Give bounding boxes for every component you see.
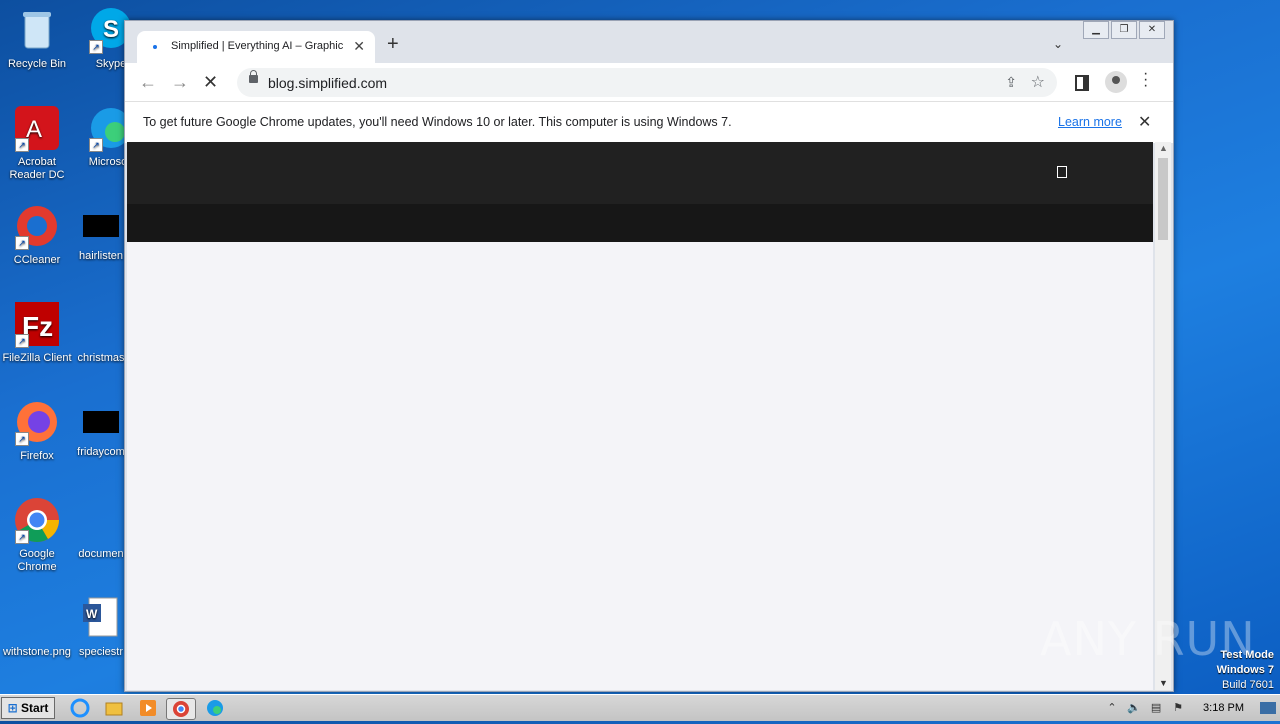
volume-icon[interactable]: 🔈 bbox=[1127, 701, 1141, 715]
chrome-menu-icon[interactable]: · · · bbox=[1143, 66, 1148, 94]
windows-version-line: Windows 7 bbox=[1216, 664, 1274, 676]
scroll-up-arrow-icon[interactable]: ▲ bbox=[1159, 143, 1168, 153]
svg-text:W: W bbox=[86, 607, 98, 621]
desktop-icon-recycle-bin[interactable]: Recycle Bin bbox=[0, 6, 74, 71]
update-infobar: To get future Google Chrome updates, you… bbox=[125, 101, 1173, 143]
media-player-icon[interactable] bbox=[138, 698, 158, 718]
acrobat-icon: A ↗ bbox=[13, 104, 61, 152]
desktop-icon-label: Google Chrome bbox=[17, 548, 57, 573]
test-mode-line: Test Mode bbox=[1220, 649, 1274, 661]
lock-icon[interactable] bbox=[249, 70, 258, 83]
desktop-icon-firefox[interactable]: ↗ Firefox bbox=[0, 398, 74, 463]
profile-avatar-icon[interactable] bbox=[1105, 71, 1127, 93]
address-bar[interactable]: blog.simplified.com ⇪ ☆ bbox=[237, 68, 1057, 97]
desktop-icon-label: fridaycom bbox=[77, 446, 125, 458]
network-icon[interactable]: ▤ bbox=[1149, 701, 1163, 715]
desktop-icon-label: CCleaner bbox=[13, 254, 61, 266]
ccleaner-icon: ↗ bbox=[13, 202, 61, 250]
clock[interactable]: 3:18 PM bbox=[1203, 702, 1244, 714]
tab-search-chevron-icon[interactable]: ⌄ bbox=[1053, 37, 1063, 51]
url-text: blog.simplified.com bbox=[268, 75, 388, 91]
show-hidden-icons-chevron-icon[interactable]: ⌃ bbox=[1105, 701, 1119, 715]
scroll-down-arrow-icon[interactable]: ▼ bbox=[1159, 678, 1168, 688]
browser-tab[interactable]: Simplified | Everything AI – Graphic D ✕ bbox=[137, 31, 375, 63]
firefox-icon: ↗ bbox=[13, 398, 61, 446]
desktop-icon-label: Acrobat Reader DC bbox=[9, 156, 65, 181]
action-center-flag-icon[interactable]: ⚑ bbox=[1171, 701, 1185, 715]
shortcut-arrow-icon: ↗ bbox=[15, 236, 29, 250]
desktop-icon-label: FileZilla Client bbox=[2, 352, 72, 364]
new-tab-button[interactable]: + bbox=[387, 33, 399, 56]
svg-text:S: S bbox=[103, 16, 119, 43]
shortcut-arrow-icon: ↗ bbox=[15, 334, 29, 348]
image-file-icon bbox=[13, 594, 61, 642]
loading-favicon-icon bbox=[153, 45, 157, 49]
filezilla-icon: Fz ↗ bbox=[13, 300, 61, 348]
learn-more-link[interactable]: Learn more bbox=[1058, 115, 1122, 129]
infobar-message: To get future Google Chrome updates, you… bbox=[143, 115, 732, 129]
infobar-close-icon[interactable]: ✕ bbox=[1138, 112, 1151, 132]
minimize-button[interactable]: ▁ bbox=[1083, 21, 1109, 39]
forward-button[interactable]: → bbox=[171, 72, 189, 93]
side-panel-icon[interactable] bbox=[1075, 75, 1089, 91]
word-document-icon: W bbox=[77, 594, 125, 642]
file-thumbnail bbox=[83, 411, 119, 433]
tab-title: Simplified | Everything AI – Graphic D bbox=[171, 40, 346, 52]
site-subheader bbox=[127, 204, 1153, 242]
internet-explorer-icon[interactable] bbox=[70, 698, 90, 718]
back-button[interactable]: ← bbox=[139, 72, 157, 93]
build-line: Build 7601 bbox=[1222, 679, 1274, 691]
desktop-icon-google-chrome[interactable]: ↗ Google Chrome bbox=[0, 496, 74, 574]
taskbar: ⊞ Start ⌃ 🔈 ▤ ⚑ 3:18 PM bbox=[0, 694, 1280, 721]
start-label: Start bbox=[21, 701, 49, 715]
start-button[interactable]: ⊞ Start bbox=[1, 697, 55, 719]
desktop-icon-label: Firefox bbox=[20, 450, 54, 462]
desktop-icon-ccleaner[interactable]: ↗ CCleaner bbox=[0, 202, 74, 267]
desktop-icon-label: Recycle Bin bbox=[7, 58, 67, 70]
desktop-icon-withstone[interactable]: withstone.png bbox=[0, 594, 74, 659]
desktop-icon-label: withstone.png bbox=[3, 646, 71, 658]
share-icon[interactable]: ⇪ bbox=[1005, 74, 1017, 91]
recycle-bin-icon bbox=[13, 6, 61, 54]
shortcut-arrow-icon: ↗ bbox=[89, 138, 103, 152]
tab-close-icon[interactable]: ✕ bbox=[353, 38, 365, 55]
desktop-icon-filezilla[interactable]: Fz ↗ FileZilla Client bbox=[0, 300, 74, 365]
test-mode-notice: Test Mode Windows 7 Build 7601 bbox=[1217, 648, 1274, 693]
desktop-icon-label: hairlisten bbox=[78, 250, 124, 262]
page-scrollbar[interactable]: ▲ ▼ bbox=[1155, 142, 1171, 690]
file-icon bbox=[77, 300, 125, 348]
shortcut-arrow-icon: ↗ bbox=[15, 530, 29, 544]
desktop-icon-label: Skype bbox=[95, 58, 127, 70]
site-header bbox=[127, 142, 1153, 204]
close-window-button[interactable]: ✕ bbox=[1139, 21, 1165, 39]
page-content bbox=[127, 142, 1153, 690]
restore-button[interactable]: ❐ bbox=[1111, 21, 1137, 39]
desktop-icon-label: documen bbox=[78, 548, 124, 560]
desktop-icon-label: speciestr bbox=[78, 646, 124, 658]
placeholder-square-icon bbox=[1057, 166, 1067, 178]
show-desktop-icon[interactable] bbox=[1260, 702, 1276, 714]
window-controls: ▁ ❐ ✕ bbox=[1083, 21, 1165, 39]
stop-loading-button[interactable]: ✕ bbox=[203, 72, 218, 93]
file-explorer-icon[interactable] bbox=[104, 698, 124, 718]
taskbar-edge-icon[interactable] bbox=[205, 698, 225, 718]
windows-logo-icon: ⊞ bbox=[7, 701, 18, 715]
shortcut-arrow-icon: ↗ bbox=[15, 432, 29, 446]
desktop-icon-label: christmas bbox=[77, 352, 125, 364]
shortcut-arrow-icon: ↗ bbox=[89, 40, 103, 54]
shortcut-arrow-icon: ↗ bbox=[15, 138, 29, 152]
file-thumbnail bbox=[83, 215, 119, 237]
browser-toolbar: ← → ✕ blog.simplified.com ⇪ ☆ · · · bbox=[125, 63, 1173, 101]
taskbar-chrome-icon[interactable] bbox=[166, 698, 196, 720]
system-tray: ⌃ 🔈 ▤ ⚑ 3:18 PM bbox=[1101, 695, 1280, 721]
bookmark-star-icon[interactable]: ☆ bbox=[1031, 72, 1045, 92]
scrollbar-thumb[interactable] bbox=[1158, 158, 1168, 240]
chrome-window: ▁ ❐ ✕ Simplified | Everything AI – Graph… bbox=[124, 20, 1174, 692]
desktop-icon-acrobat[interactable]: A ↗ Acrobat Reader DC bbox=[0, 104, 74, 182]
file-icon bbox=[77, 496, 125, 544]
chrome-icon: ↗ bbox=[13, 496, 61, 544]
